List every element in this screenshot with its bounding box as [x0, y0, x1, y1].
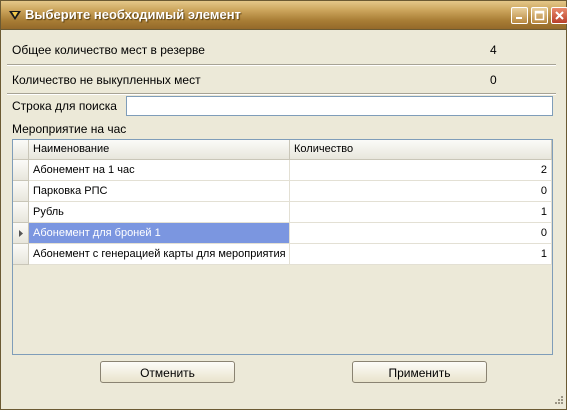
table-cell-name[interactable]: Рубль — [29, 202, 290, 223]
app-icon — [9, 11, 21, 20]
column-header-quantity[interactable]: Количество — [290, 140, 552, 160]
cancel-button[interactable]: Отменить — [100, 361, 235, 383]
table-cell-quantity[interactable]: 0 — [290, 181, 552, 202]
reserved-total-label: Общее количество мест в резерве — [12, 43, 205, 57]
minimize-button[interactable] — [511, 7, 528, 24]
event-name-label: Мероприятие на час — [12, 122, 127, 136]
unpaid-seats-value: 0 — [490, 73, 497, 87]
row-header[interactable] — [13, 160, 29, 181]
unpaid-seats-label: Количество не выкупленных мест — [12, 73, 201, 87]
separator — [7, 64, 556, 66]
table-cell-name-selected[interactable]: Абонемент для броней 1 — [29, 223, 290, 244]
row-header-current[interactable] — [13, 223, 29, 244]
table-cell-name[interactable]: Парковка РПС — [29, 181, 290, 202]
table-cell-name[interactable]: Абонемент на 1 час — [29, 160, 290, 181]
search-input[interactable] — [126, 96, 553, 116]
background-strip — [567, 0, 575, 410]
table-cell-name[interactable]: Абонемент с генерацией карты для меропри… — [29, 244, 290, 265]
items-grid[interactable]: Наименование Количество Абонемент на 1 ч… — [12, 139, 553, 355]
separator — [7, 93, 556, 95]
table-cell-quantity[interactable]: 2 — [290, 160, 552, 181]
table-cell-quantity[interactable]: 1 — [290, 244, 552, 265]
row-header[interactable] — [13, 244, 29, 265]
apply-button[interactable]: Применить — [352, 361, 487, 383]
column-header-name[interactable]: Наименование — [29, 140, 290, 160]
header-corner — [13, 140, 29, 160]
close-button[interactable] — [551, 7, 568, 24]
maximize-button[interactable] — [531, 7, 548, 24]
table-cell-quantity[interactable]: 0 — [290, 223, 552, 244]
minimize-icon — [516, 17, 522, 19]
search-label: Строка для поиска — [12, 99, 117, 113]
row-pointer-icon — [19, 230, 23, 237]
resize-grip-icon[interactable] — [552, 395, 564, 407]
title-bar[interactable]: Выберите необходимый элемент — [1, 1, 568, 30]
window-title: Выберите необходимый элемент — [25, 7, 241, 22]
row-header[interactable] — [13, 202, 29, 223]
maximize-icon — [534, 10, 545, 21]
row-header[interactable] — [13, 181, 29, 202]
close-icon — [555, 11, 564, 20]
dialog-window: Выберите необходимый элемент Общее колич… — [0, 0, 568, 410]
reserved-total-value: 4 — [490, 43, 497, 57]
table-cell-quantity[interactable]: 1 — [290, 202, 552, 223]
